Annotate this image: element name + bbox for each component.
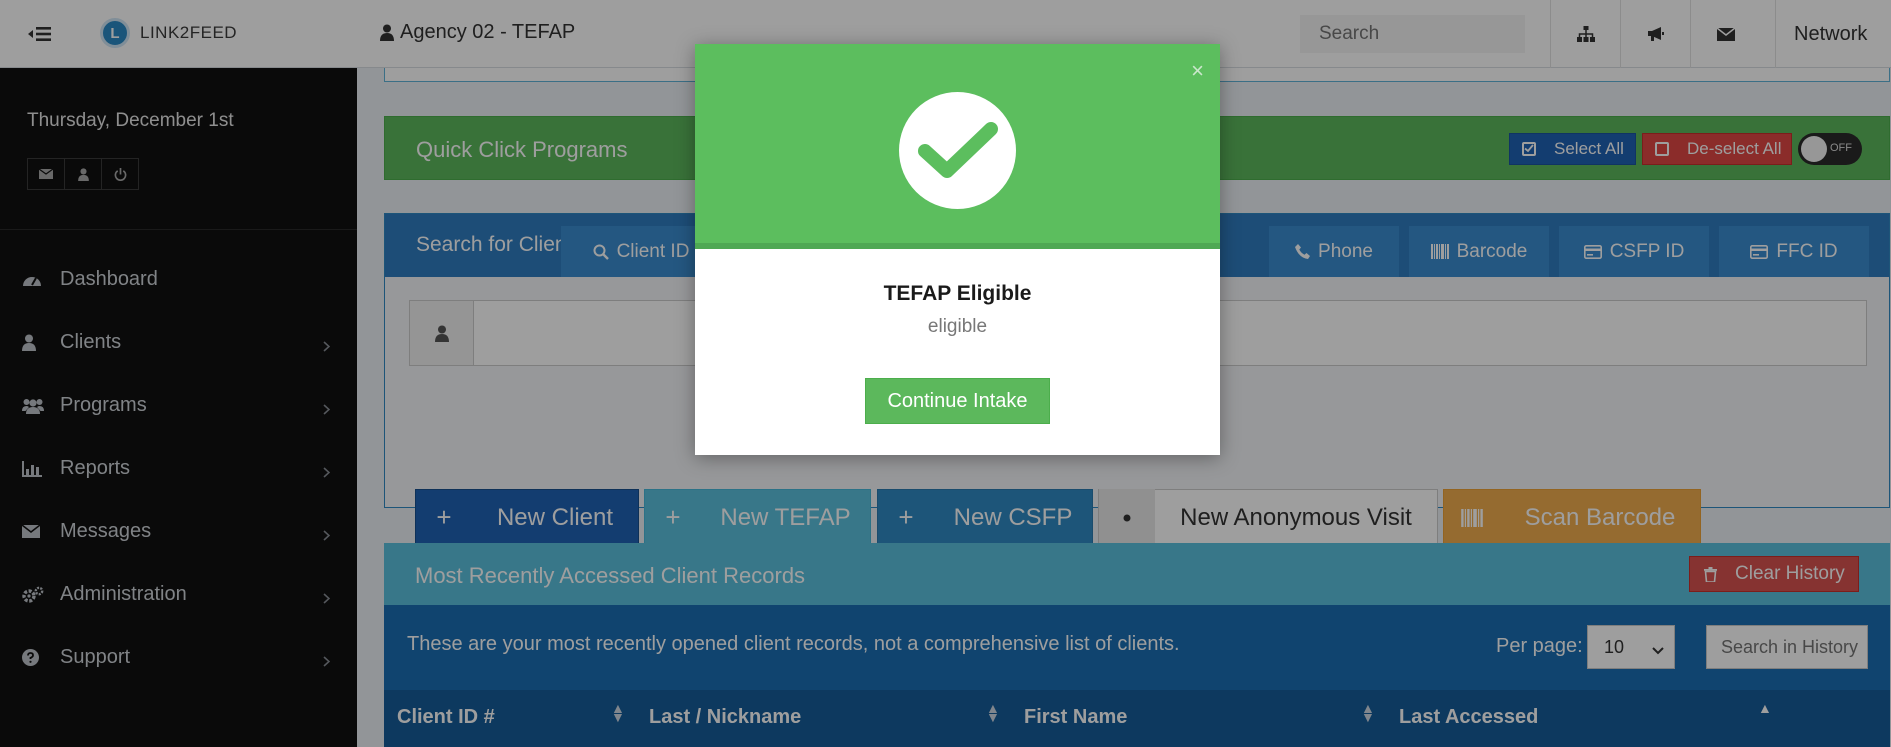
modal-close-button[interactable]: × <box>1191 58 1204 84</box>
modal-header: × <box>695 44 1220 249</box>
eligibility-modal: × TEFAP Eligible eligible Continue Intak… <box>695 44 1220 455</box>
continue-intake-button[interactable]: Continue Intake <box>865 378 1050 424</box>
success-check-icon <box>899 92 1016 209</box>
modal-title: TEFAP Eligible <box>883 282 1032 305</box>
modal-subtitle: eligible <box>927 316 988 337</box>
